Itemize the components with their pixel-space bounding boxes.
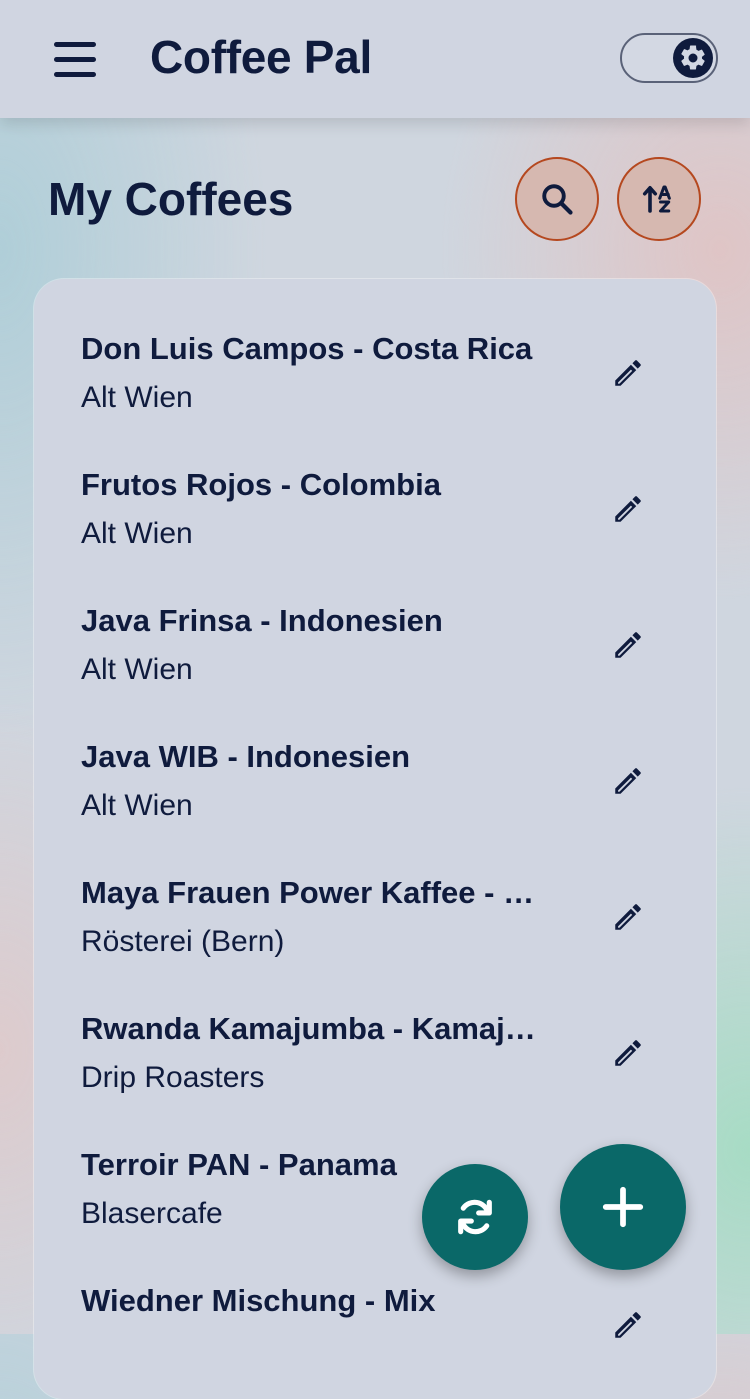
coffee-list-item[interactable]: Maya Frauen Power Kaffee - … Rösterei (Be… [34,823,716,959]
app-title: Coffee Pal [150,31,372,83]
sort-alpha-icon [642,185,671,213]
edit-button[interactable] [608,899,648,939]
coffee-roaster: Alt Wien [81,653,193,686]
sync-button[interactable] [422,1164,528,1270]
coffee-list-item[interactable]: Frutos Rojos - Colombia Alt Wien [34,415,716,551]
coffee-roaster: Alt Wien [81,517,193,550]
edit-button[interactable] [608,355,648,395]
coffee-list-item[interactable]: Java Frinsa - Indonesien Alt Wien [34,551,716,687]
pencil-icon [611,1308,645,1347]
sync-icon [458,1199,492,1235]
pencil-icon [611,356,645,395]
theme-toggle[interactable] [620,33,718,83]
edit-button[interactable] [608,763,648,803]
edit-button[interactable] [608,491,648,531]
coffee-name: Frutos Rojos - Colombia [81,467,441,502]
coffee-list-item[interactable]: Java WIB - Indonesien Alt Wien [34,687,716,823]
coffee-list-item[interactable]: Rwanda Kamajumba - Kamaj… Drip Roasters [34,959,716,1095]
pencil-icon [611,628,645,667]
sort-button[interactable] [617,157,701,241]
menu-button[interactable] [50,36,100,84]
edit-button[interactable] [608,1035,648,1075]
coffee-name: Java WIB - Indonesien [81,739,411,774]
coffee-roaster: Alt Wien [81,381,193,414]
coffee-roaster: Drip Roasters [81,1061,265,1094]
add-coffee-button[interactable] [560,1144,686,1270]
coffee-name: Don Luis Campos - Costa Rica [81,331,533,366]
coffee-name: Rwanda Kamajumba - Kamaj… [81,1011,536,1046]
plus-icon [602,1186,644,1228]
coffee-roaster: Blasercafe [81,1197,223,1230]
search-icon [542,184,573,215]
coffee-roaster: Alt Wien [81,789,193,822]
coffee-name: Wiedner Mischung - Mix [81,1283,436,1318]
coffee-list-item[interactable]: Don Luis Campos - Costa Rica Alt Wien [34,279,716,415]
pencil-icon [611,1036,645,1075]
pencil-icon [611,764,645,803]
coffee-name: Java Frinsa - Indonesien [81,603,443,638]
search-button[interactable] [515,157,599,241]
edit-button[interactable] [608,1307,648,1347]
app-bar: Coffee Pal [0,0,750,118]
page-title: My Coffees [48,173,294,225]
coffee-roaster: Rösterei (Bern) [81,925,285,958]
edit-button[interactable] [608,627,648,667]
gear-icon [673,38,713,78]
pencil-icon [611,900,645,939]
pencil-icon [611,492,645,531]
coffee-name: Maya Frauen Power Kaffee - … [81,875,535,910]
